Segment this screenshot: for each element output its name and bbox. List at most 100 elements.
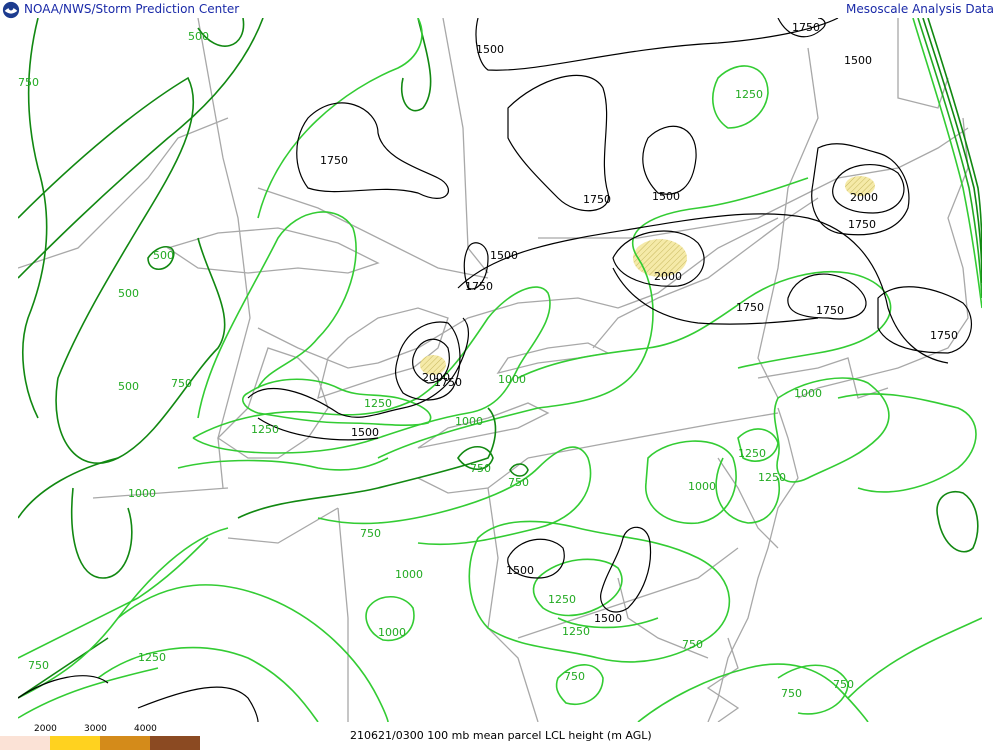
contour-label: 1750 — [465, 280, 493, 293]
contour-label: 1500 — [476, 43, 504, 56]
contour-line-750 — [18, 18, 264, 279]
contour-label: 1250 — [138, 651, 166, 664]
contour-label: 1750 — [930, 329, 958, 342]
contour-line-750 — [70, 487, 133, 579]
contour-line-black — [18, 675, 109, 699]
contour-label: 1750 — [320, 154, 348, 167]
state-boundary — [227, 507, 339, 544]
state-boundary — [92, 487, 229, 499]
contour-label: 500 — [118, 380, 139, 393]
state-boundary — [442, 18, 489, 274]
contour-line-1250 — [837, 393, 977, 493]
header-subtitle: Mesoscale Analysis Data — [846, 2, 994, 16]
lake-shore — [317, 307, 449, 399]
contour-label: 1250 — [735, 88, 763, 101]
contour-label: 1250 — [758, 471, 786, 484]
contour-label: 1500 — [506, 564, 534, 577]
map-canvas: 500 750 500 500 500 750 1250 1250 1250 1… — [18, 18, 982, 722]
noaa-logo-icon — [2, 1, 20, 19]
contour-label: 1000 — [378, 626, 406, 639]
contour-label: 1000 — [688, 480, 716, 493]
contour-line-1000 — [177, 457, 389, 471]
contour-label: 1000 — [128, 487, 156, 500]
legend-swatch — [50, 736, 100, 750]
contour-line-1250 — [242, 378, 432, 427]
contour-label: 1750 — [736, 301, 764, 314]
contour-line-750 — [936, 491, 979, 553]
contour-label: 1500 — [844, 54, 872, 67]
black-contours — [18, 18, 972, 722]
contour-label: 750 — [833, 678, 854, 691]
contour-label: 1750 — [583, 193, 611, 206]
contour-line-750 — [847, 617, 982, 699]
contour-line-1500 — [475, 18, 839, 71]
header-title: NOAA/NWS/Storm Prediction Center — [24, 2, 240, 16]
contour-label: 750 — [18, 76, 39, 89]
contour-label: 750 — [470, 462, 491, 475]
contour-label: 1000 — [455, 415, 483, 428]
contour-label: 1000 — [794, 387, 822, 400]
contour-line-1500 — [612, 267, 819, 325]
contour-line-1250 — [97, 646, 319, 722]
boundaries-layer — [18, 18, 969, 722]
contour-label: 500 — [188, 30, 209, 43]
contour-label: 1500 — [351, 426, 379, 439]
contour-line-1500 — [457, 213, 949, 364]
contour-line-750 — [18, 457, 119, 519]
contour-label: 1250 — [251, 423, 279, 436]
coastline — [797, 117, 969, 399]
contour-label: 750 — [564, 670, 585, 683]
state-boundary — [337, 507, 349, 722]
contour-label: 2000 — [654, 270, 682, 283]
legend-label: 2000 — [34, 724, 57, 734]
contour-line-black — [137, 686, 259, 722]
contour-label: 1250 — [364, 397, 392, 410]
contour-line-green — [257, 18, 423, 219]
contour-label: 2000 — [422, 371, 450, 384]
contour-label: 1000 — [395, 568, 423, 581]
contour-label: 1500 — [490, 249, 518, 262]
state-boundary — [197, 18, 251, 489]
contour-line-1750 — [877, 286, 972, 354]
contour-line-1750 — [507, 74, 609, 212]
state-boundary — [757, 357, 889, 399]
contour-line-500 — [18, 76, 226, 464]
contour-line-750 — [401, 18, 432, 112]
header-bar: NOAA/NWS/Storm Prediction Center Mesosca… — [0, 0, 1000, 20]
contour-line-750 — [637, 663, 869, 722]
contour-label: 750 — [28, 659, 49, 672]
contour-line-1250 — [532, 558, 623, 617]
contour-line-1250 — [715, 457, 780, 524]
contour-line-750 — [18, 537, 209, 659]
contour-label: 750 — [781, 687, 802, 700]
state-boundary — [18, 117, 229, 269]
contour-labels: 500 750 500 500 500 750 1250 1250 1250 1… — [18, 21, 958, 700]
contour-label: 500 — [118, 287, 139, 300]
contour-label: 750 — [360, 527, 381, 540]
contour-label: 1750 — [816, 304, 844, 317]
footer-bar: 2000 3000 4000 210621/0300 100 mb mean p… — [0, 722, 1000, 750]
map-caption: 210621/0300 100 mb mean parcel LCL heigh… — [350, 729, 652, 742]
contour-label: 2000 — [850, 191, 878, 204]
contour-label: 1250 — [562, 625, 590, 638]
legend-label: 3000 — [84, 724, 107, 734]
contour-label: 1000 — [498, 373, 526, 386]
contour-label: 1750 — [848, 218, 876, 231]
contour-label: 750 — [171, 377, 192, 390]
legend-swatch — [100, 736, 150, 750]
legend-label: 4000 — [134, 724, 157, 734]
contour-label: 1500 — [594, 612, 622, 625]
frontal-bundle — [917, 18, 982, 299]
contour-label: 750 — [682, 638, 703, 651]
contour-label: 1250 — [548, 593, 576, 606]
contour-line-green — [197, 211, 357, 419]
contour-label: 1500 — [652, 190, 680, 203]
contour-label: 1750 — [792, 21, 820, 34]
lake-shore — [496, 342, 611, 375]
lake-shore — [166, 227, 380, 274]
lake-shore — [216, 347, 329, 459]
contour-line-1750 — [642, 125, 697, 195]
contour-line-green — [18, 527, 229, 699]
legend-swatch — [150, 736, 200, 750]
contour-label: 500 — [153, 249, 174, 262]
